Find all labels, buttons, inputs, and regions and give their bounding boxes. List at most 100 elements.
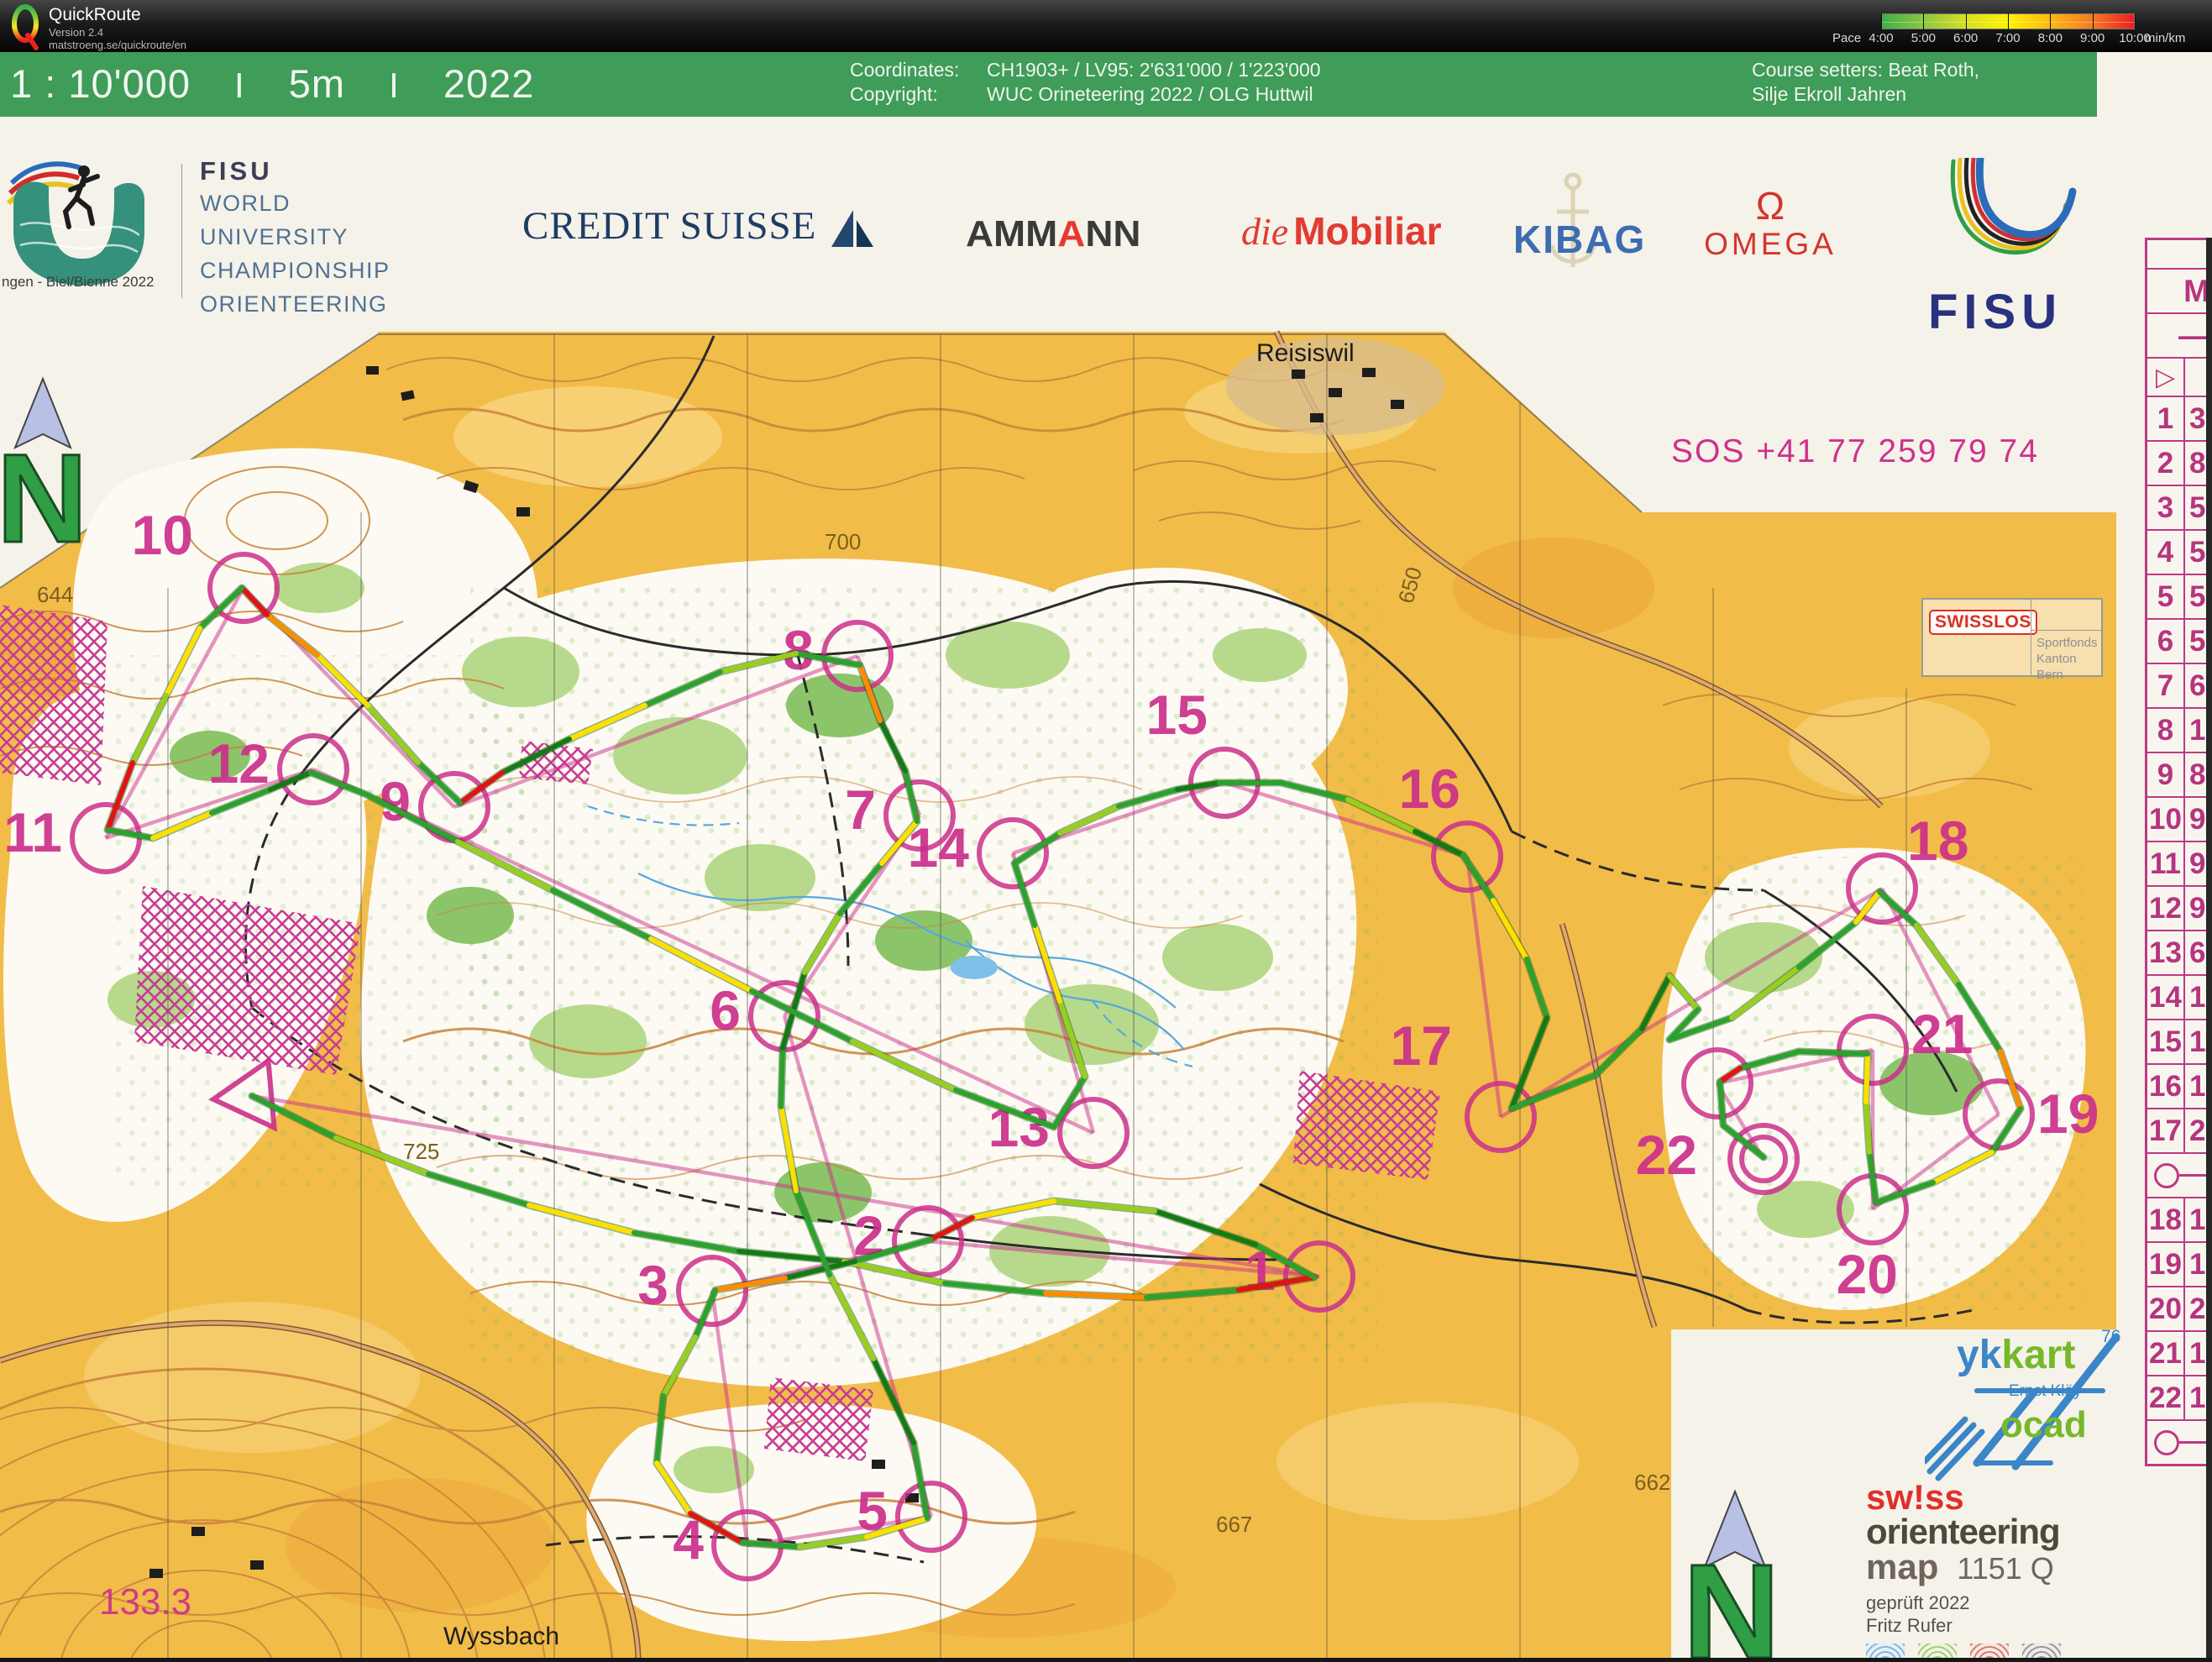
app-title: QuickRoute [49, 5, 141, 25]
finish-circle-icon [2154, 1430, 2179, 1455]
quickroute-window: QuickRoute Version 2.4 matstroeng.se/qui… [0, 0, 2212, 1662]
pace-tick [2093, 13, 2094, 29]
control-table-row-text: M [2147, 268, 2212, 312]
control-number-6: 6 [710, 979, 741, 1041]
pace-tick [2135, 13, 2136, 29]
control-number-17: 17 [1391, 1015, 1452, 1077]
pace-tick [1966, 13, 1967, 29]
control-table-row-19: 1913 [2147, 1241, 2212, 1286]
map-author: Fritz Rufer [1866, 1614, 2074, 1637]
control-table-row-18: 1813 [2147, 1197, 2212, 1241]
control-number-cell: 7 [2147, 664, 2185, 707]
map-certification: sw!ss orienteering map1151 Q geprüft 202… [1866, 1481, 2074, 1662]
control-table-row-22: 2215 [2147, 1375, 2212, 1419]
ammann-part1: AMM [966, 213, 1057, 254]
control-number-cell: 19 [2147, 1243, 2185, 1286]
map-header-band: 1 : 10'000 I 5m I 2022 Coordinates:CH190… [0, 52, 2097, 117]
control-table-row-17: 1720 [2147, 1108, 2212, 1152]
sheet-edge [0, 1658, 2212, 1662]
coordinates-value: CH1903+ / LV95: 2'631'000 / 1'223'000 [987, 59, 1321, 81]
control-number-cell: 8 [2147, 709, 2185, 752]
control-table-row-finishline [2147, 1419, 2212, 1464]
control-table-row-16: 1612 [2147, 1063, 2212, 1108]
control-table-row-14: 1410 [2147, 974, 2212, 1019]
coordinates-label: Coordinates: [850, 58, 987, 82]
map-checked: geprüft 2022 [1866, 1591, 2074, 1614]
route-segment [1866, 1054, 1868, 1102]
control-table-row-4: 45 [2147, 529, 2212, 574]
control-table-row-8: 813 [2147, 707, 2212, 752]
control-number-18: 18 [1907, 810, 1968, 872]
pace-tick [2008, 13, 2009, 29]
finish-circle-icon [2154, 1163, 2179, 1188]
control-number-cell: 14 [2147, 976, 2185, 1019]
separator: I [234, 66, 245, 105]
control-number-cell: 6 [2147, 620, 2185, 663]
control-number-15: 15 [1146, 684, 1208, 746]
swisslos-logo: SWISSLOS [1929, 610, 2037, 635]
control-number-cell: 12 [2147, 887, 2185, 930]
somap-orienteering: orienteering [1866, 1514, 2074, 1549]
control-number-12: 12 [208, 732, 270, 794]
north-letter: N [1683, 1536, 1780, 1662]
ammann-part2: NN [1085, 213, 1140, 254]
coordinates-block: Coordinates:CH1903+ / LV95: 2'631'000 / … [850, 58, 1321, 107]
route-segment [1866, 1102, 1869, 1152]
quickroute-logo-icon [10, 3, 44, 50]
control-number-cell: 13 [2147, 931, 2185, 974]
control-number-cell: 9 [2147, 753, 2185, 796]
sportfonds-line2: Kanton Bern [2036, 651, 2101, 683]
sponsor-ammann: AMMANN [966, 213, 1140, 255]
fisu-wordmark: FISU [1928, 284, 2063, 340]
separator: I [389, 66, 400, 105]
control-table-row-1: 13 [2147, 396, 2212, 440]
control-number-19: 19 [2037, 1083, 2099, 1145]
control-table-row-3: 35 [2147, 485, 2212, 529]
pace-tick-label: 8:00 [2038, 31, 2063, 45]
course-setters-line1: Course setters: Beat Roth, [1752, 58, 1979, 82]
control-number-cell: 21 [2147, 1332, 2185, 1375]
mapmaker-name: Ernst Kläy [2009, 1382, 2082, 1401]
event-title-line: CHAMPIONSHIP [200, 254, 391, 287]
control-table-row-5: 55 [2147, 574, 2212, 618]
somap-map: map [1866, 1549, 1938, 1585]
pace-tick [1881, 13, 1882, 29]
event-title-fisu: FISU [200, 156, 391, 186]
control-table-row-finishline [2147, 1152, 2212, 1197]
swisslos-divider [2031, 630, 2101, 631]
equidistance-value: 5m [289, 61, 345, 106]
event-title-line: ORIENTEERING [200, 287, 391, 321]
control-number-cell: 20 [2147, 1287, 2185, 1330]
control-number-cell: 11 [2147, 842, 2185, 885]
control-number-cell: 5 [2147, 575, 2185, 618]
event-title-line: UNIVERSITY [200, 220, 391, 254]
course-length-label: 133.3 [99, 1581, 191, 1623]
map-year: 2022 [443, 61, 535, 106]
sponsor-credit-suisse: CREDIT SUISSE [522, 207, 877, 250]
map-canvas[interactable]: 12345678910111213141516171819202122133.3… [0, 118, 2212, 1662]
pace-legend: Pace 4:005:006:007:008:009:0010:00 min/k… [1832, 3, 2202, 49]
control-number-cell: 17 [2147, 1109, 2185, 1152]
contour-elevation-label: 644 [37, 582, 73, 607]
control-number-cell: 4 [2147, 531, 2185, 574]
north-arrow: N [0, 374, 93, 558]
control-number-16: 16 [1399, 758, 1460, 820]
pace-tick-label: 7:00 [1995, 31, 2020, 45]
sponsor-omega: Ω OMEGA [1695, 186, 1846, 262]
ykkart-yk: yk [1957, 1333, 2001, 1377]
sponsor-divider [181, 164, 182, 298]
credit-suisse-wordmark: CREDIT SUISSE [522, 207, 816, 246]
control-number-cell: 2 [2147, 442, 2185, 485]
map-scale-text: 1 : 10'000 I 5m I 2022 [10, 60, 534, 107]
ykkart-wordmark: ykkart [1957, 1332, 2075, 1378]
pace-tick-label: 5:00 [1911, 31, 1936, 45]
event-title: FISU WORLD UNIVERSITY CHAMPIONSHIP ORIEN… [200, 156, 391, 321]
control-table-row-7: 76 [2147, 663, 2212, 707]
contour-elevation-label: 667 [1216, 1512, 1252, 1537]
control-number-cell: 3 [2147, 486, 2185, 529]
control-number-cell: 18 [2147, 1198, 2185, 1241]
mobiliar-prefix: die [1241, 210, 1288, 253]
ammann-accent: A [1057, 213, 1085, 254]
start-triangle-icon: ▷ [2156, 363, 2175, 392]
control-table-row-13: 136 [2147, 930, 2212, 974]
